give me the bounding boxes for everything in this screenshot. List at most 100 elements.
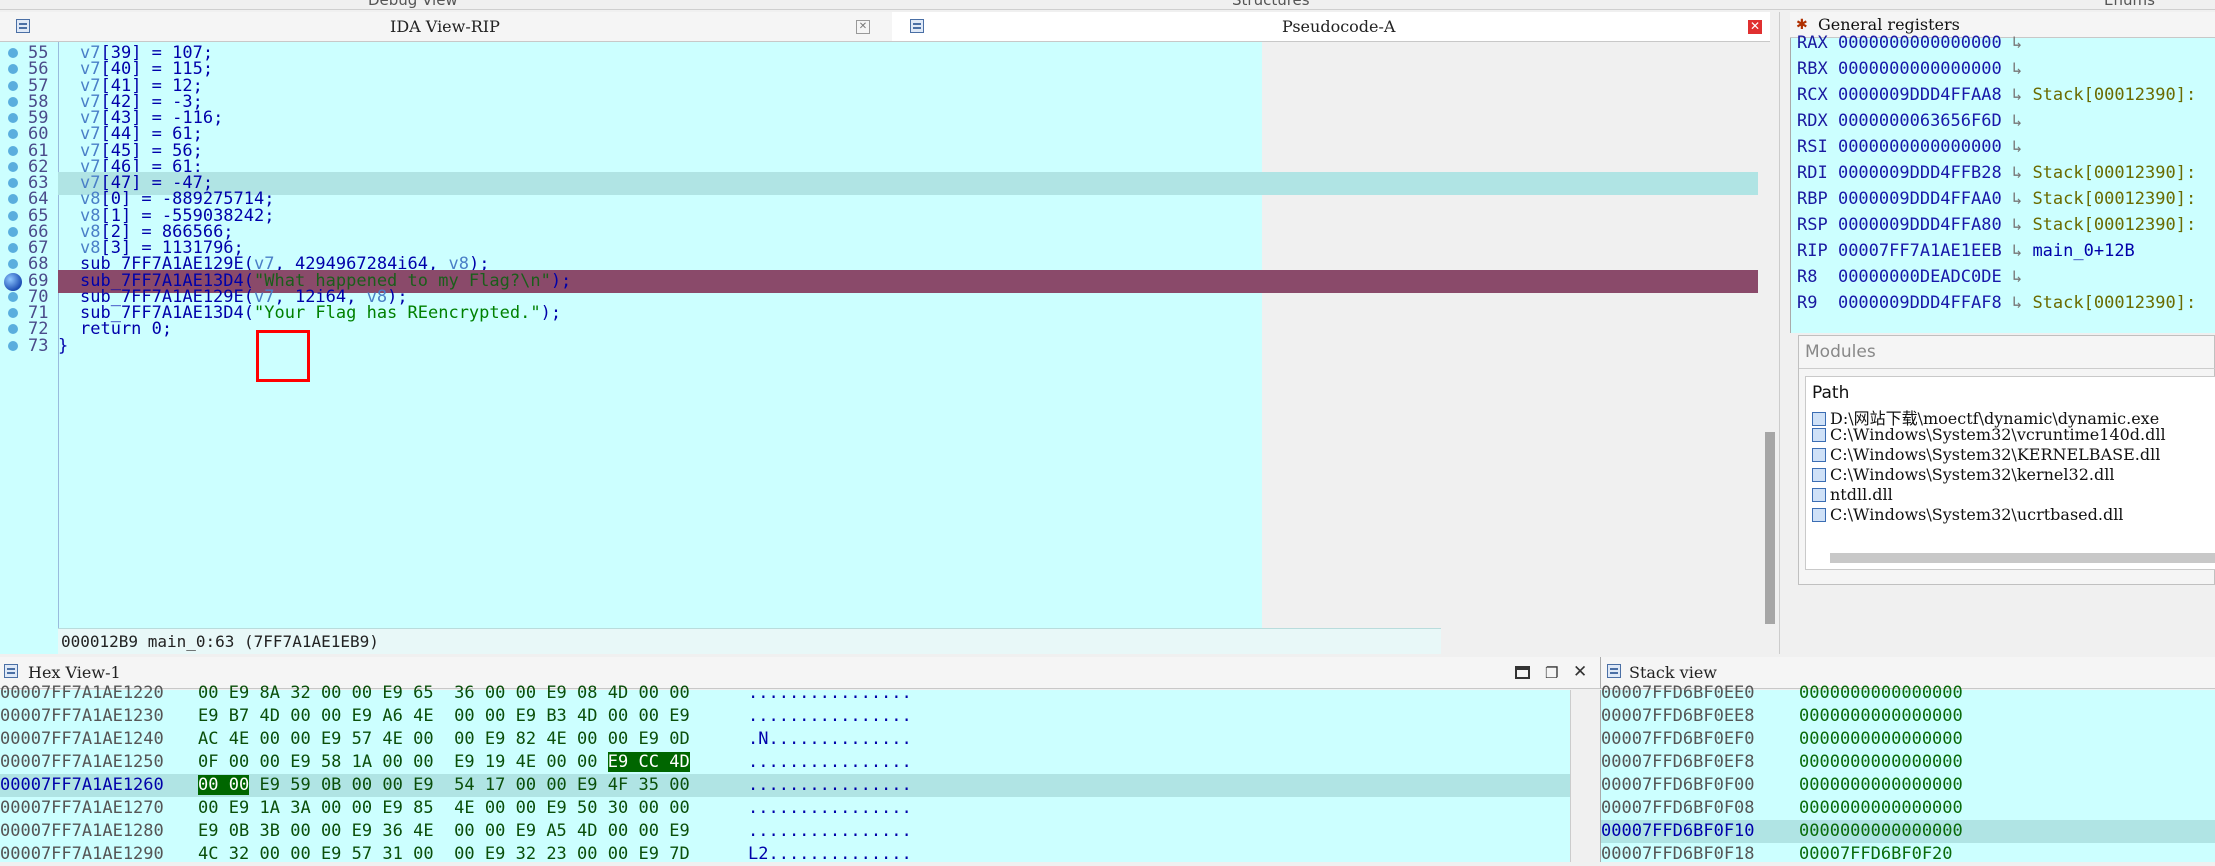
module-row[interactable]: D:\网站下载\moectf\dynamic\dynamic.exe [1812,405,2159,428]
hex-bytes[interactable]: E9 0B 3B 00 00 E9 36 4E 00 00 E9 A5 4D 0… [198,820,690,843]
hex-byte[interactable]: 00 [321,683,341,703]
hex-byte[interactable]: 00 [577,752,597,772]
hex-byte[interactable]: 00 [228,775,250,795]
hex-byte[interactable]: E9 [352,706,372,726]
hex-byte[interactable]: E9 [382,798,402,818]
hex-byte[interactable]: 00 [352,775,372,795]
jump-arrow-icon[interactable]: ↳ [2012,137,2032,157]
hex-row[interactable]: 00007FF7A1AE1270 00 E9 1A 3A 00 00 E9 85 … [0,797,1570,820]
hex-byte[interactable]: AC [198,729,218,749]
panel-splitter[interactable] [1779,12,1790,654]
hex-byte[interactable]: 32 [516,844,536,864]
hex-byte[interactable]: 00 [229,752,249,772]
register-value[interactable]: 00007FF7A1AE1EEB [1838,241,2012,261]
hex-byte[interactable]: 00 [413,844,433,864]
hex-byte[interactable]: 82 [516,729,536,749]
hex-byte[interactable]: 00 [608,821,628,841]
stack-view[interactable]: 00007FFD6BF0EE0 0000000000000000 00007FFD6… [1600,683,2215,864]
hex-bytes[interactable]: E9 B7 4D 00 00 E9 A6 4E 00 00 E9 B3 4D 0… [198,705,690,728]
hex-byte[interactable]: 00 [639,798,659,818]
stack-row[interactable]: 00007FFD6BF0F10 0000000000000000 [1601,820,2215,843]
tab-enums[interactable]: Enums [2104,0,2155,9]
hex-byte[interactable]: A6 [382,706,402,726]
hex-view-close-icon[interactable]: ✕ [1573,662,1587,682]
modules-list[interactable]: Path D:\网站下载\moectf\dynamic\dynamic.exe C… [1805,376,2215,570]
hex-byte[interactable]: 00 [454,729,474,749]
line-marker-icon[interactable] [8,340,18,351]
hex-byte[interactable]: 00 [198,683,218,703]
stack-value[interactable]: 00007FFD6BF0F20 [1799,843,1953,866]
jump-arrow-icon[interactable]: ↳ [2012,111,2032,131]
line-marker-icon[interactable] [8,308,18,318]
hex-byte[interactable]: E9 [290,752,310,772]
hex-byte[interactable]: 23 [546,844,566,864]
hex-byte[interactable]: 00 [577,729,597,749]
stack-value[interactable]: 0000000000000000 [1799,797,1963,820]
hex-byte[interactable]: 08 [577,683,597,703]
hex-byte[interactable]: 36 [382,821,402,841]
hex-byte[interactable]: 32 [290,683,310,703]
hex-byte[interactable]: E9 [485,729,505,749]
hex-byte[interactable]: 00 [352,798,372,818]
hex-byte[interactable]: B7 [229,706,249,726]
hex-byte[interactable]: 00 [608,729,628,749]
general-registers-panel[interactable]: RAX 0000000000000000 ↳ RBX 0000000000000… [1790,33,2215,333]
hex-byte[interactable]: 00 [485,798,505,818]
hex-byte[interactable]: 4D [608,683,628,703]
hex-byte[interactable]: 7D [669,844,689,864]
line-marker-icon[interactable] [8,291,18,302]
hex-byte[interactable]: 00 [198,775,219,795]
hex-row[interactable]: 00007FF7A1AE1260 00 00 E9 59 0B 00 00 E9 … [0,774,1570,797]
hex-byte[interactable]: 50 [577,798,597,818]
hex-byte[interactable]: E9 [546,798,566,818]
hex-byte[interactable]: 0F [198,752,218,772]
stack-row[interactable]: 00007FFD6BF0F00 0000000000000000 [1601,774,2215,797]
hex-byte[interactable]: E9 [229,798,249,818]
hex-byte[interactable]: 00 [413,752,433,772]
hex-byte[interactable]: 00 [669,798,689,818]
line-marker-icon[interactable] [8,226,18,237]
hex-view[interactable]: 00007FF7A1AE1220 00 E9 8A 32 00 00 E9 65 … [0,683,1570,864]
hex-row[interactable]: 00007FF7A1AE1290 4C 32 00 00 E9 57 31 00 … [0,843,1570,866]
hex-row[interactable]: 00007FF7A1AE1220 00 E9 8A 32 00 00 E9 65 … [0,682,1570,705]
hex-byte[interactable]: 00 [639,683,659,703]
register-row[interactable]: RBP 0000009DDD4FFAA0 ↳ Stack[00012390]: [1791,186,2215,212]
line-marker-icon[interactable] [8,243,18,253]
line-marker-icon[interactable] [8,80,18,91]
register-value[interactable]: 0000009DDD4FFAA0 [1838,189,2012,209]
hex-byte[interactable]: 00 [454,706,474,726]
hex-row[interactable]: 00007FF7A1AE1240 AC 4E 00 00 E9 57 4E 00 … [0,728,1570,751]
hex-byte[interactable]: 00 [546,775,566,795]
hex-byte[interactable]: 00 [259,752,279,772]
hex-byte[interactable]: E9 [382,683,402,703]
stack-value[interactable]: 0000000000000000 [1799,751,1963,774]
pseudocode-titlebar[interactable]: Pseudocode-A ✕ [892,12,1770,42]
hex-byte[interactable]: E9 [454,752,474,772]
stack-value[interactable]: 0000000000000000 [1799,728,1963,751]
hex-byte[interactable]: E9 [607,752,629,772]
hex-bytes[interactable]: 00 00 E9 59 0B 00 00 E9 54 17 00 00 E9 4… [198,774,690,797]
hex-byte[interactable]: 00 [290,729,310,749]
register-row[interactable]: RBX 0000000000000000 ↳ [1791,56,2215,82]
register-row[interactable]: RDX 0000000063656F6D ↳ [1791,108,2215,134]
hex-byte[interactable]: E9 [577,775,597,795]
hex-byte[interactable]: 00 [352,683,372,703]
line-marker-icon[interactable] [8,161,18,172]
stack-value[interactable]: 0000000000000000 [1799,774,1963,797]
modules-path-header[interactable]: Path [1812,383,1849,403]
hex-byte[interactable]: 36 [454,683,474,703]
register-row[interactable]: RSI 0000000000000000 ↳ [1791,134,2215,160]
hex-byte[interactable]: 1A [259,798,279,818]
module-row[interactable]: C:\Windows\System32\kernel32.dll [1812,465,2114,485]
stack-row[interactable]: 00007FFD6BF0F08 0000000000000000 [1601,797,2215,820]
hex-byte[interactable]: B3 [546,706,566,726]
pseudocode-close-icon[interactable]: ✕ [1748,20,1762,34]
hex-bytes[interactable]: 00 E9 8A 32 00 00 E9 65 36 00 00 E9 08 4… [198,682,690,705]
hex-byte[interactable]: E9 [639,729,659,749]
jump-arrow-icon[interactable]: ↳ [2012,215,2032,235]
module-row[interactable]: C:\Windows\System32\ucrtbased.dll [1812,505,2123,525]
hex-byte[interactable]: E9 [485,844,505,864]
hex-byte[interactable]: 00 [290,844,310,864]
hex-byte[interactable]: 19 [485,752,505,772]
hex-byte[interactable]: E9 [198,706,218,726]
